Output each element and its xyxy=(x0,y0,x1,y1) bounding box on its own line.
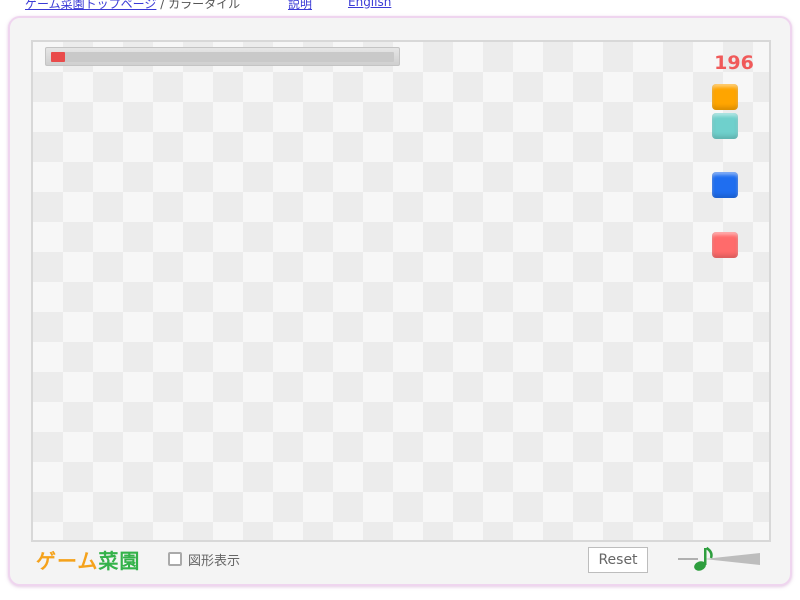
timer-track-inner xyxy=(51,52,394,62)
tile-orange[interactable] xyxy=(712,84,738,110)
score-display: 196 xyxy=(714,52,754,74)
page-name: カラータイル xyxy=(168,0,241,11)
reset-button[interactable]: Reset xyxy=(588,547,648,573)
logo-text-game: ゲーム xyxy=(36,549,99,573)
home-link[interactable]: ゲーム菜園トップページ xyxy=(25,0,156,11)
breadcrumb-separator: / xyxy=(156,0,169,11)
english-link[interactable]: English xyxy=(348,0,391,9)
game-saien-logo[interactable]: ゲーム菜園 xyxy=(36,545,140,574)
shape-toggle[interactable]: 図形表示 xyxy=(168,549,240,569)
logo-text-saien: 菜園 xyxy=(98,549,141,573)
tile-blue[interactable] xyxy=(712,172,738,198)
timer-fill xyxy=(51,52,65,62)
music-note-icon[interactable] xyxy=(678,543,762,575)
shape-toggle-label: 図形表示 xyxy=(188,553,241,569)
tile-turquoise[interactable] xyxy=(712,113,738,139)
tile-pink-red[interactable] xyxy=(712,232,738,258)
timer-bar xyxy=(45,47,400,66)
help-link[interactable]: 説明 xyxy=(288,0,312,12)
top-navigation: ゲーム菜園トップページ / カラータイル 説明 English xyxy=(25,0,391,13)
shape-toggle-checkbox[interactable] xyxy=(168,552,182,566)
game-board[interactable] xyxy=(31,40,771,542)
